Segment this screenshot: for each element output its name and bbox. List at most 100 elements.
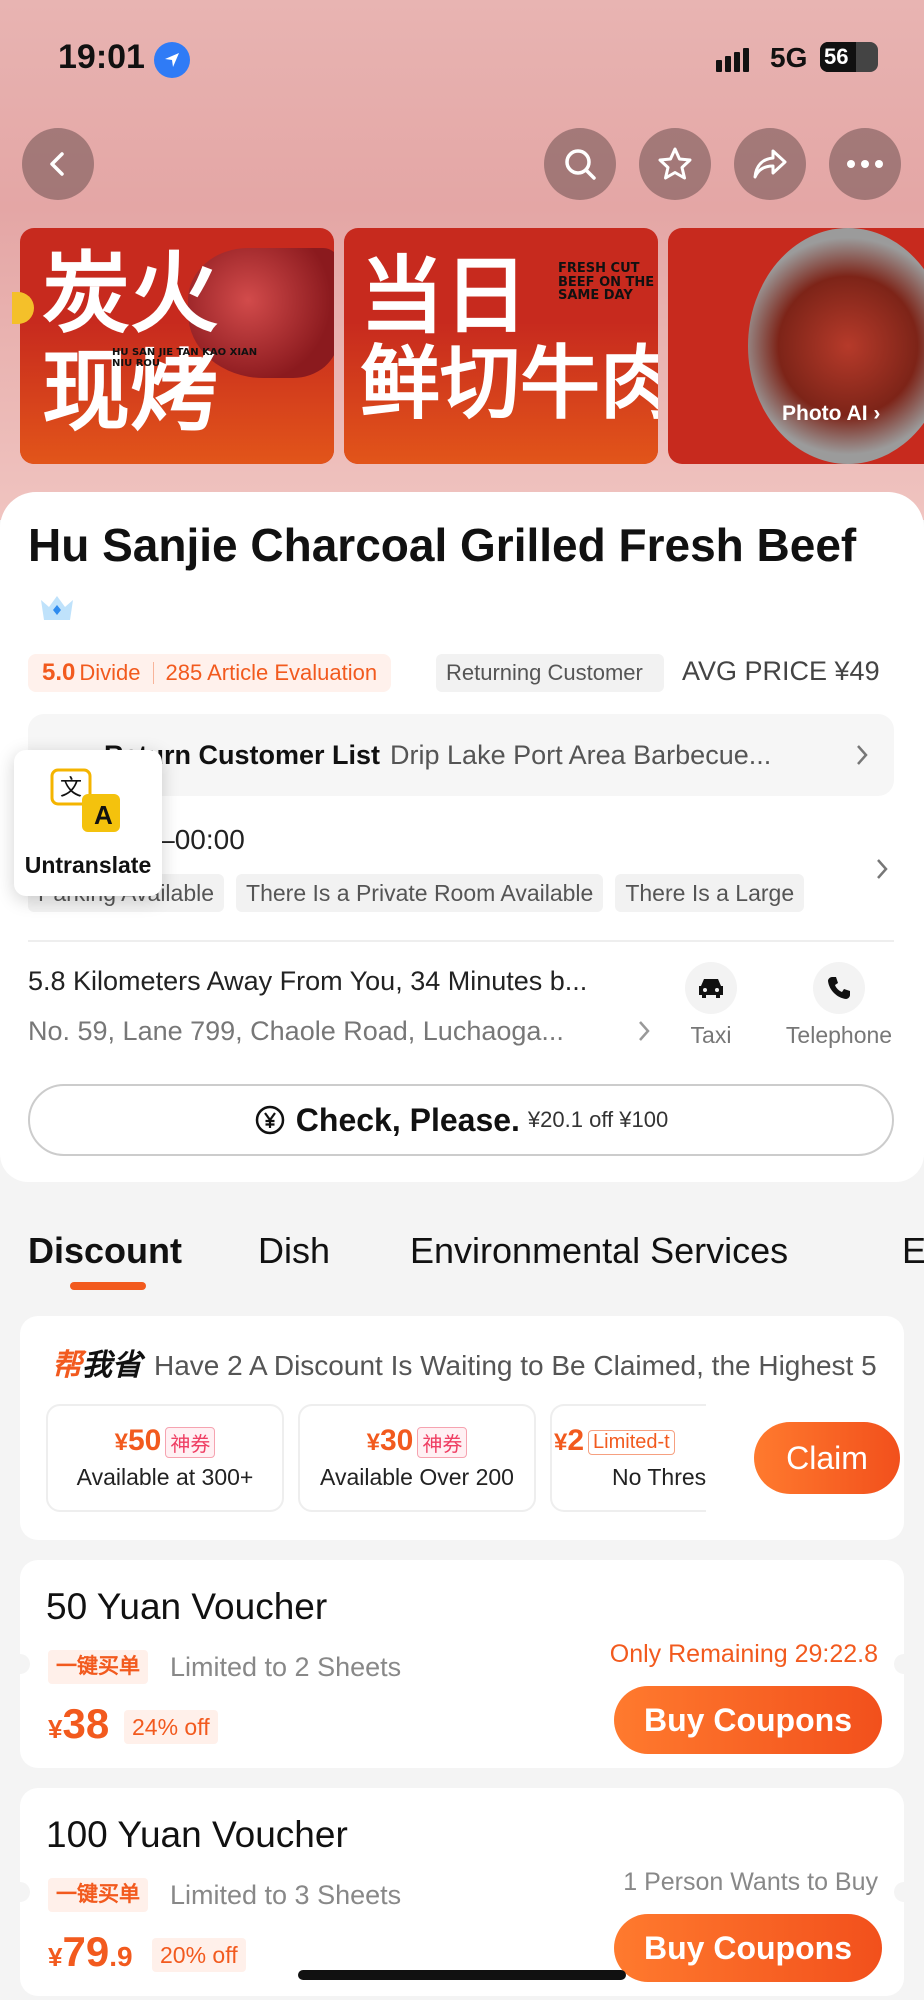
check-please-button[interactable]: Check, Please. ¥20.1 off ¥100: [28, 1084, 894, 1156]
voucher-limit: Limited to 3 Sheets: [170, 1880, 402, 1910]
coupon-value: 30: [379, 1424, 414, 1457]
rating-score: 5.0: [42, 659, 76, 686]
battery-icon: 56: [820, 42, 878, 72]
average-price: AVG PRICE ¥49: [682, 656, 880, 686]
voucher-price: ¥38: [48, 1700, 109, 1748]
tab-discount[interactable]: Discount: [28, 1230, 182, 1272]
coupon-badge: 神券: [165, 1426, 216, 1458]
voucher-title: 100 Yuan Voucher: [46, 1814, 348, 1855]
battery-level: 56: [824, 44, 849, 69]
chevron-right-icon[interactable]: [636, 1018, 652, 1044]
photo-banner-1[interactable]: 炭火 现烤 HU SAN JIE TAN KAO XIAN NIU ROU: [20, 228, 334, 464]
tab-more[interactable]: E: [902, 1230, 924, 1272]
search-icon: [565, 149, 596, 180]
search-button[interactable]: [544, 128, 616, 200]
taxi-button[interactable]: Taxi: [656, 962, 766, 1049]
one-click-pay-tag: 一键买单: [48, 1650, 148, 1684]
share-icon: [753, 149, 787, 179]
price-integer: 38: [62, 1700, 110, 1747]
discount-card: 帮我省 Have 2 A Discount Is Waiting to Be Cl…: [20, 1316, 904, 1540]
banner-1-line1: 炭火: [42, 242, 219, 345]
voucher-card[interactable]: 50 Yuan Voucher 一键买单 Limited to 2 Sheets…: [20, 1560, 904, 1768]
logo-part-b: 我省: [82, 1349, 142, 1382]
coupon-badge: 神券: [417, 1426, 468, 1458]
favorite-button[interactable]: [639, 128, 711, 200]
chevron-left-icon: [50, 152, 64, 176]
evaluation-count: 285 Article Evaluation: [165, 660, 378, 685]
buy-coupons-button[interactable]: Buy Coupons: [614, 1914, 882, 1982]
back-button[interactable]: [22, 128, 94, 200]
claim-button[interactable]: Claim: [754, 1422, 900, 1494]
banner-2-line2: 鲜切牛肉: [360, 337, 658, 430]
price-currency: ¥: [48, 1942, 63, 1972]
photo-ai-link[interactable]: Photo AI ›: [782, 402, 880, 426]
chevron-right-icon[interactable]: [874, 856, 890, 882]
coupon-card[interactable]: ¥50 神券 Available at 300+: [46, 1404, 284, 1512]
ticket-notch: [20, 1654, 30, 1674]
rating-tag[interactable]: 5.0 Divide 285 Article Evaluation: [28, 654, 392, 692]
voucher-limit: Limited to 2 Sheets: [170, 1652, 402, 1682]
untranslate-label: Untranslate: [24, 852, 152, 878]
discount-headline: Have 2 A Discount Is Waiting to Be Claim…: [154, 1350, 877, 1381]
home-indicator[interactable]: [298, 1970, 626, 1980]
coupon-amount: ¥50 神券: [48, 1424, 282, 1458]
untranslate-button[interactable]: 文 A Untranslate: [14, 750, 162, 896]
taxi-label: Taxi: [690, 1022, 732, 1048]
voucher-price: ¥79.9: [48, 1928, 133, 1976]
chevron-right-icon: [857, 745, 868, 765]
ticket-notch: [20, 1882, 30, 1902]
photo-banner-2[interactable]: 当日 鲜切牛肉 FRESH CUT BEEF ON THE SAME DAY: [344, 228, 658, 464]
coupon-condition: No Thres: [612, 1464, 706, 1490]
translate-glyph-source: 文: [60, 775, 83, 800]
network-type: 5G: [770, 42, 808, 73]
location-arrow-icon: [154, 42, 190, 78]
cellular-signal-icon: [716, 48, 752, 72]
voucher-title: 50 Yuan Voucher: [46, 1586, 328, 1627]
price-currency: ¥: [48, 1714, 63, 1744]
more-button[interactable]: [829, 128, 901, 200]
telephone-button[interactable]: Telephone: [784, 962, 894, 1049]
active-tab-indicator: [70, 1282, 146, 1290]
photo-banner-3[interactable]: [668, 228, 924, 464]
coupon-currency: ¥: [366, 1429, 380, 1456]
distance-text: 5.8 Kilometers Away From You, 34 Minutes…: [28, 966, 588, 996]
crown-icon: [38, 592, 76, 629]
voucher-card[interactable]: 100 Yuan Voucher 一键买单 Limited to 3 Sheet…: [20, 1788, 904, 1996]
chevron-right-icon: ›: [873, 402, 881, 425]
discount-rate: 24% off: [124, 1710, 218, 1744]
yuan-coin-icon: [255, 1105, 285, 1135]
bang-wo-sheng-logo: 帮我省: [52, 1349, 142, 1382]
coupon-card[interactable]: ¥2 Limited-t No Thres: [550, 1404, 706, 1512]
returning-customer-tag: Returning Customer: [436, 654, 664, 692]
star-icon: [658, 147, 692, 180]
phone-icon: [813, 962, 865, 1014]
amenity-tag: There Is a Private Room Available: [236, 874, 604, 912]
amenity-tag: There Is a Large: [615, 874, 805, 912]
status-bar: 19:01 5G 56: [0, 0, 924, 118]
banner-1-small: HU SAN JIE TAN KAO XIAN NIU ROU: [112, 347, 258, 369]
banner-2-line1: 当日: [360, 247, 529, 345]
ticket-notch: [894, 1882, 904, 1902]
section-tabs: Discount Dish Environmental Services E: [0, 1230, 924, 1290]
photo-ai-label: Photo AI: [782, 402, 868, 425]
address-text[interactable]: No. 59, Lane 799, Chaole Road, Luchaoga.…: [28, 1016, 622, 1047]
tab-dish[interactable]: Dish: [258, 1230, 330, 1272]
car-icon: [685, 962, 737, 1014]
coupon-card[interactable]: ¥30 神券 Available Over 200: [298, 1404, 536, 1512]
coupon-condition: Available Over 200: [320, 1464, 514, 1490]
logo-part-a: 帮: [52, 1349, 82, 1382]
divider: [28, 940, 894, 942]
tab-environmental-services[interactable]: Environmental Services: [410, 1230, 788, 1272]
price-decimal: .9: [109, 1941, 133, 1972]
coupon-value: 2: [567, 1424, 585, 1457]
ticket-notch: [894, 1654, 904, 1674]
buy-coupons-button[interactable]: Buy Coupons: [614, 1686, 882, 1754]
coupon-value: 50: [127, 1424, 162, 1457]
return-list-value: Drip Lake Port Area Barbecue...: [390, 739, 772, 770]
banner-2-small: FRESH CUT BEEF ON THE SAME DAY: [558, 261, 655, 304]
price-integer: 79: [62, 1928, 110, 1975]
telephone-label: Telephone: [785, 1022, 893, 1048]
share-button[interactable]: [734, 128, 806, 200]
coupon-currency: ¥: [114, 1429, 128, 1456]
translate-glyph-target: A: [94, 800, 113, 830]
